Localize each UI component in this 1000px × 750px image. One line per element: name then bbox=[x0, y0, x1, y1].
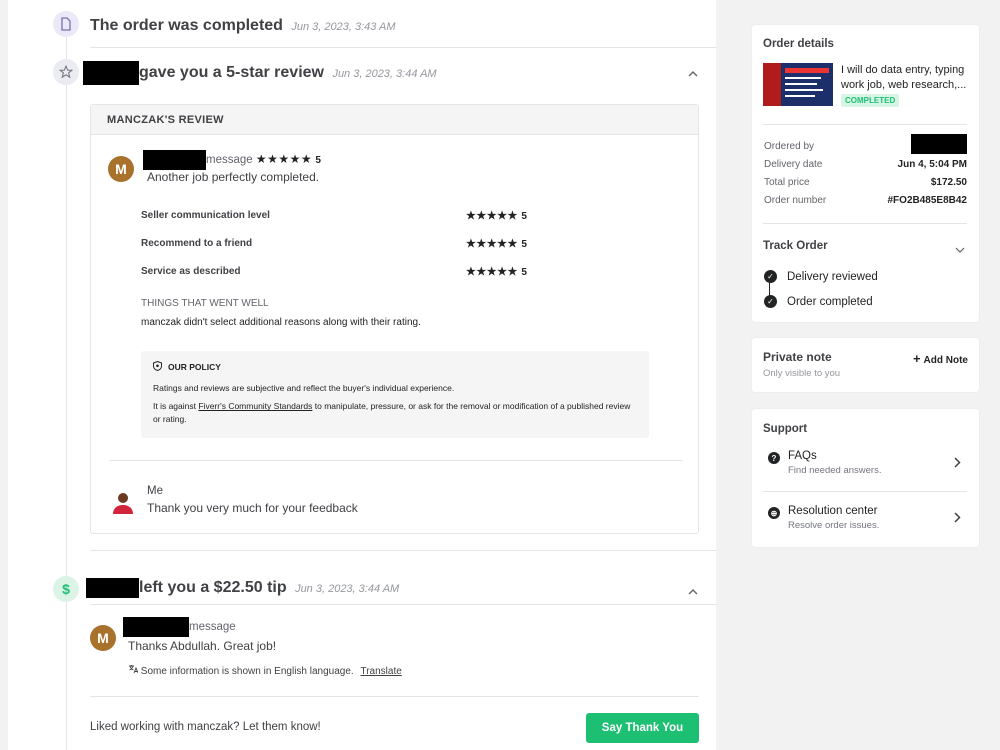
stars-rating: ★★★★★ 5 bbox=[466, 238, 528, 250]
redacted-username bbox=[86, 578, 139, 598]
private-note-subtitle: Only visible to you bbox=[763, 368, 841, 379]
private-note-title: Private note bbox=[763, 350, 832, 364]
order-details-title: Order details bbox=[763, 38, 834, 50]
translate-icon bbox=[128, 665, 141, 677]
support-item-resolution-center[interactable]: ⊕ Resolution center Resolve order issues… bbox=[764, 504, 967, 544]
timeline-line bbox=[66, 30, 67, 750]
event-date: Jun 3, 2023, 3:44 AM bbox=[332, 68, 437, 81]
ordered-by-row: Ordered by bbox=[764, 134, 967, 154]
review-header: message ★★★★★ 5 bbox=[143, 150, 321, 170]
track-item: ✓ Order completed bbox=[764, 295, 873, 308]
policy-line: Ratings and reviews are subjective and r… bbox=[153, 383, 455, 393]
support-item-faqs[interactable]: ? FAQs Find needed answers. bbox=[764, 449, 967, 489]
event-text: The order was completed bbox=[90, 17, 283, 34]
support-title: Support bbox=[763, 423, 808, 435]
collapse-chevron-icon[interactable] bbox=[688, 68, 698, 80]
redacted-username bbox=[911, 134, 967, 154]
divider bbox=[763, 491, 967, 492]
check-icon: ✓ bbox=[764, 295, 777, 308]
say-thank-you-button[interactable]: Say Thank You bbox=[586, 713, 699, 743]
avatar: M bbox=[90, 625, 116, 651]
divider bbox=[90, 550, 716, 551]
check-icon: ✓ bbox=[764, 270, 777, 283]
gig-title[interactable]: I will do data entry, typing work job, w… bbox=[841, 63, 971, 93]
event-review: gave you a 5-star review Jun 3, 2023, 3:… bbox=[83, 61, 437, 85]
avatar bbox=[111, 489, 135, 515]
reply-text: Thank you very much for your feedback bbox=[147, 501, 358, 515]
translate-link[interactable]: Translate bbox=[360, 666, 401, 677]
reply-author: Me bbox=[147, 485, 163, 497]
overall-rating: 5 bbox=[315, 155, 321, 167]
event-order-completed: The order was completed Jun 3, 2023, 3:4… bbox=[90, 17, 396, 35]
rating-row: Recommend to a friend ★★★★★ 5 bbox=[141, 238, 541, 250]
order-timeline: The order was completed Jun 3, 2023, 3:4… bbox=[8, 0, 716, 750]
community-standards-link[interactable]: Fiverr's Community Standards bbox=[198, 401, 312, 411]
collapse-chevron-icon[interactable] bbox=[688, 586, 698, 598]
event-text: left you a $22.50 tip bbox=[139, 579, 287, 597]
rating-label: Seller communication level bbox=[141, 210, 270, 221]
plus-icon: + bbox=[912, 351, 921, 366]
policy-box: OUR POLICY Ratings and reviews are subje… bbox=[141, 351, 649, 438]
gig-thumbnail[interactable] bbox=[763, 63, 833, 106]
divider bbox=[763, 124, 967, 125]
message-label: message bbox=[189, 621, 236, 634]
chevron-right-icon bbox=[954, 510, 961, 526]
redacted-username bbox=[143, 150, 206, 170]
stars-rating: ★★★★★ bbox=[255, 152, 313, 167]
review-title: MANCZAK'S REVIEW bbox=[91, 105, 698, 135]
globe-icon: ⊕ bbox=[768, 507, 780, 519]
divider bbox=[90, 47, 716, 48]
track-item: ✓ Delivery reviewed bbox=[764, 270, 878, 283]
event-text: gave you a 5-star review bbox=[139, 64, 324, 82]
language-note: Some information is shown in English lan… bbox=[128, 664, 402, 677]
rating-row: Seller communication level ★★★★★ 5 bbox=[141, 210, 541, 222]
review-card: MANCZAK'S REVIEW M message ★★★★★ 5 Anoth… bbox=[90, 104, 699, 534]
event-date: Jun 3, 2023, 3:44 AM bbox=[295, 583, 400, 596]
question-icon: ? bbox=[768, 452, 780, 464]
rating-row: Service as described ★★★★★ 5 bbox=[141, 266, 541, 278]
private-note-card: Private note Only visible to you + Add No… bbox=[752, 338, 979, 392]
order-number-row: Order number #FO2B485E8B42 bbox=[764, 195, 967, 206]
policy-title: OUR POLICY bbox=[168, 362, 221, 372]
divider bbox=[109, 460, 683, 461]
track-order-title[interactable]: Track Order bbox=[763, 240, 828, 252]
stars-rating: ★★★★★ 5 bbox=[466, 210, 528, 222]
divider bbox=[90, 696, 699, 697]
shield-icon bbox=[153, 360, 162, 373]
redacted-username bbox=[123, 617, 189, 637]
went-well-text: manczak didn't select additional reasons… bbox=[141, 317, 421, 328]
status-badge: COMPLETED bbox=[841, 94, 900, 107]
support-card: Support ? FAQs Find needed answers. ⊕ Re… bbox=[752, 409, 979, 547]
went-well-title: THINGS THAT WENT WELL bbox=[141, 298, 269, 309]
rating-label: Service as described bbox=[141, 266, 241, 277]
redacted-username bbox=[83, 61, 139, 85]
add-note-button[interactable]: + Add Note bbox=[913, 351, 968, 366]
chevron-down-icon[interactable] bbox=[955, 241, 965, 259]
delivery-date-row: Delivery date Jun 4, 5:04 PM bbox=[764, 159, 967, 170]
rating-label: Recommend to a friend bbox=[141, 238, 253, 249]
event-date: Jun 3, 2023, 3:43 AM bbox=[291, 21, 396, 33]
avatar: M bbox=[108, 156, 134, 182]
document-icon bbox=[53, 11, 79, 37]
order-details-card: Order details I will do data entry, typi… bbox=[752, 25, 979, 322]
stars-rating: ★★★★★ 5 bbox=[466, 266, 528, 278]
chevron-right-icon bbox=[954, 455, 961, 471]
star-icon bbox=[53, 59, 79, 85]
thank-prompt: Liked working with manczak? Let them kno… bbox=[90, 721, 321, 733]
divider bbox=[90, 604, 716, 605]
policy-line: It is against Fiverr's Community Standar… bbox=[153, 401, 631, 424]
tip-message-body: Thanks Abdullah. Great job! bbox=[128, 639, 277, 653]
message-label: message bbox=[206, 154, 253, 167]
event-tip: left you a $22.50 tip Jun 3, 2023, 3:44 … bbox=[86, 578, 399, 598]
total-price-row: Total price $172.50 bbox=[764, 177, 967, 188]
tip-message-header: message bbox=[123, 617, 236, 637]
dollar-icon: $ bbox=[53, 576, 79, 602]
divider bbox=[763, 223, 967, 224]
review-body: Another job perfectly completed. bbox=[147, 170, 320, 184]
